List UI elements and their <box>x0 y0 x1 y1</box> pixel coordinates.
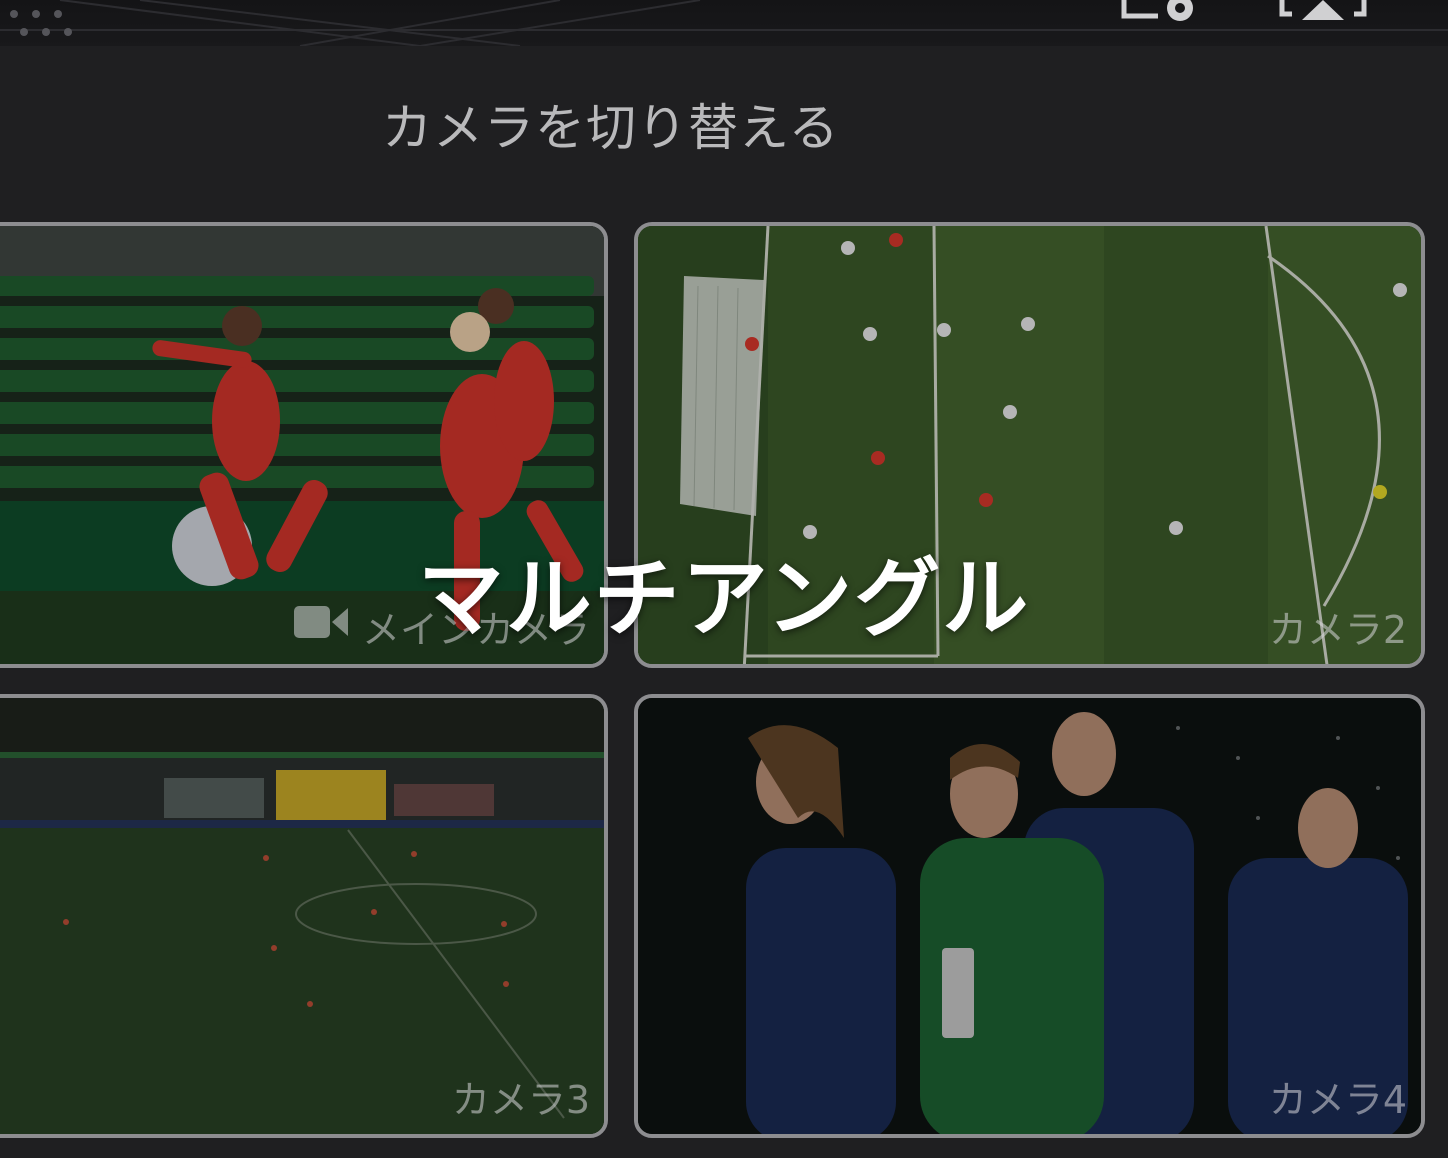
airplay-icon[interactable] <box>1278 0 1368 26</box>
camera-switch-screen: カメラを切り替える メインカメラ カメラ2 カメラ3 カメラ4 マルチアングル <box>0 0 1448 1158</box>
display-settings-icon[interactable] <box>1118 0 1208 26</box>
camera-label-main-text: メインカメラ <box>361 608 590 652</box>
stadium-roof-background <box>0 0 1448 46</box>
camera-label-3: カメラ3 <box>451 1078 590 1122</box>
player-top-bar <box>0 0 1448 46</box>
camera-tile-3[interactable]: カメラ3 <box>0 694 608 1138</box>
camera-tile-main[interactable]: メインカメラ <box>0 222 608 668</box>
video-camera-icon <box>293 604 348 649</box>
panel-title: カメラを切り替える <box>382 99 840 157</box>
camera-label-2: カメラ2 <box>1268 608 1407 652</box>
camera-label-4: カメラ4 <box>1268 1078 1407 1122</box>
camera-label-main: メインカメラ <box>293 599 590 654</box>
camera-tile-4[interactable]: カメラ4 <box>634 694 1425 1138</box>
camera-tile-2[interactable]: カメラ2 <box>634 222 1425 668</box>
